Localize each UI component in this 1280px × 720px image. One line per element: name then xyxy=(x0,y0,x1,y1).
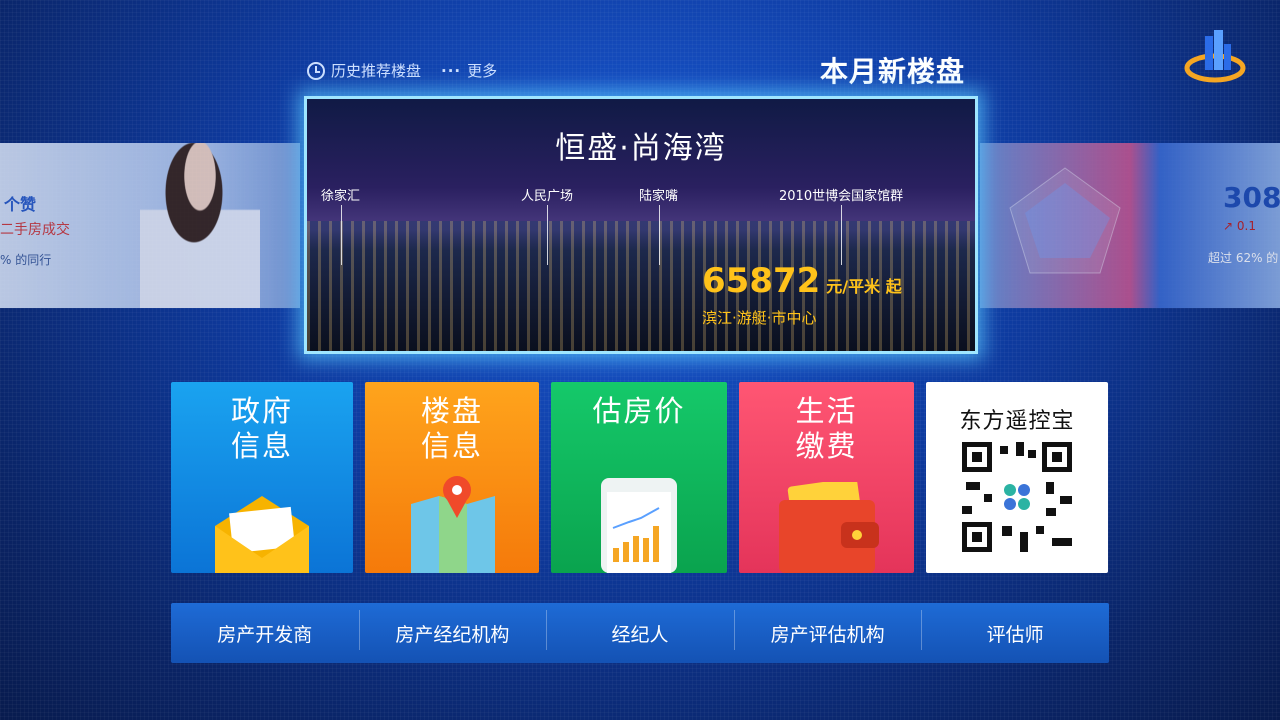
header-links: 历史推荐楼盘 ··· 更多 xyxy=(307,60,497,81)
left-card-deals: 二手房成交 xyxy=(0,222,70,238)
gov-info-tile[interactable]: 政府 信息 xyxy=(171,382,353,573)
left-card-peers: % 的同行 xyxy=(0,253,52,267)
app-logo-icon xyxy=(1184,30,1246,83)
nav-developer[interactable]: 房产开发商 xyxy=(171,620,359,647)
featured-property-banner[interactable]: 恒盛·尚海湾 徐家汇 人民广场 陆家嘴 2010世博会国家馆群 65872 元/… xyxy=(304,96,978,354)
woman-on-phone-image xyxy=(140,143,260,308)
tile-label: 政府 信息 xyxy=(230,394,293,463)
feature-tiles: 政府 信息 楼盘 信息 估房价 生活 缴费 东方遥控宝 xyxy=(171,382,1108,573)
section-title: 本月新楼盘 xyxy=(820,55,966,88)
wallet-icon xyxy=(779,482,879,573)
nav-appraiser[interactable]: 评估师 xyxy=(921,609,1109,650)
carousel-card-right[interactable]: 308. ↗ 0.1 超过 62% 的 xyxy=(980,143,1280,308)
nav-appraisal-agency[interactable]: 房产评估机构 xyxy=(733,609,922,650)
landmark-label: 徐家汇 xyxy=(321,185,360,265)
price-block: 65872 元/平米 起 xyxy=(702,261,902,301)
landmark-label: 2010世博会国家馆群 xyxy=(779,185,903,265)
more-link[interactable]: ··· 更多 xyxy=(441,60,497,81)
tile-label: 估房价 xyxy=(592,394,686,428)
more-dots-icon: ··· xyxy=(441,61,462,80)
tile-label: 楼盘 信息 xyxy=(420,394,483,463)
property-tagline: 滨江·游艇·市中心 xyxy=(702,309,817,327)
landmark-label: 人民广场 xyxy=(521,185,573,265)
right-card-change: ↗ 0.1 xyxy=(1223,219,1256,233)
property-name: 恒盛·尚海湾 xyxy=(555,131,727,166)
nav-brokerage[interactable]: 房产经纪机构 xyxy=(358,609,547,650)
clock-icon xyxy=(307,61,325,80)
price-unit: 元/平米 起 xyxy=(826,277,902,296)
qr-code-icon xyxy=(962,442,1072,552)
remote-qr-tile[interactable]: 东方遥控宝 xyxy=(926,382,1108,573)
map-pin-icon xyxy=(411,476,495,573)
more-link-label: 更多 xyxy=(467,62,498,80)
price-value: 65872 xyxy=(702,261,821,301)
estimate-price-tile[interactable]: 估房价 xyxy=(551,382,727,573)
tile-label: 东方遥控宝 xyxy=(959,409,1075,434)
category-nav-bar: 房产开发商 房产经纪机构 经纪人 房产评估机构 评估师 xyxy=(171,603,1109,663)
nav-broker[interactable]: 经纪人 xyxy=(546,609,734,650)
carousel-card-left[interactable]: 个赞 二手房成交 % 的同行 xyxy=(0,143,300,308)
history-link-label: 历史推荐楼盘 xyxy=(331,62,422,80)
right-card-text: 超过 62% 的 xyxy=(1208,251,1279,265)
tile-label: 生活 缴费 xyxy=(795,394,858,463)
left-card-likes: 个赞 xyxy=(4,195,37,214)
envelope-icon xyxy=(215,496,309,573)
landmark-label: 陆家嘴 xyxy=(639,185,678,265)
right-card-number: 308. xyxy=(1223,181,1280,214)
radar-chart-icon xyxy=(1009,167,1121,274)
property-info-tile[interactable]: 楼盘 信息 xyxy=(365,382,539,573)
phone-chart-icon xyxy=(601,478,677,573)
history-recommend-link[interactable]: 历史推荐楼盘 xyxy=(307,60,421,81)
utility-payment-tile[interactable]: 生活 缴费 xyxy=(739,382,914,573)
